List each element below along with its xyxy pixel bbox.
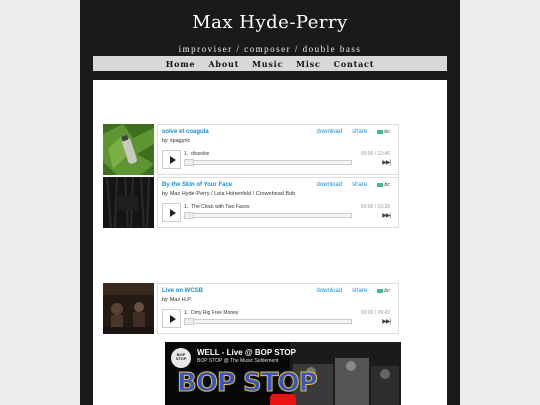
by-label: by <box>162 297 168 303</box>
album-art[interactable] <box>103 177 154 228</box>
artist-name[interactable]: Max H.P. <box>170 297 192 303</box>
bandcamp-label: bc <box>384 288 390 294</box>
album-art[interactable] <box>103 124 154 175</box>
track-time: 00:00 / 09:43 <box>360 310 390 316</box>
track-info: 1. Dirty Rig Free Money <box>184 310 241 316</box>
progress-handle[interactable] <box>184 159 194 166</box>
player-card: solve et coagula by spagyric download sha… <box>157 124 399 175</box>
player-card: By the Skin of Your Face by Max Hyde-Perr… <box>157 177 399 228</box>
album-art-image <box>103 124 154 175</box>
player-links: download share bc <box>316 182 390 188</box>
player-links: download share bc <box>316 288 390 294</box>
video-subtitle: BOP STOP @ The Music Settlement <box>197 358 279 364</box>
track-number: 1. <box>184 151 189 157</box>
track-number: 1. <box>184 204 189 210</box>
track-name[interactable]: Dirty Rig Free Money <box>191 310 238 316</box>
next-track-icon[interactable]: ▶▶| <box>382 318 391 325</box>
main-nav: Home About Music Misc Contact <box>93 56 447 71</box>
album-title[interactable]: By the Skin of Your Face <box>162 182 232 188</box>
video-title[interactable]: WELL - Live @ BOP STOP <box>197 348 296 357</box>
track-time: 00:00 / 10:28 <box>360 204 390 210</box>
track-info: 1. dissolve <box>184 151 212 157</box>
nav-about[interactable]: About <box>208 59 239 69</box>
share-link[interactable]: share <box>352 288 367 294</box>
bandcamp-label: bc <box>384 129 390 135</box>
by-label: by <box>162 138 168 144</box>
site-title: Max Hyde-Perry <box>192 12 348 33</box>
progress-handle[interactable] <box>184 212 194 219</box>
next-track-icon[interactable]: ▶▶| <box>382 159 391 166</box>
progress-bar[interactable] <box>184 212 352 219</box>
bandcamp-player: Live on WCSB by Max H.P. download share b… <box>103 283 399 334</box>
player-links: download share bc <box>316 129 390 135</box>
bandcamp-logo-icon[interactable]: bc <box>377 288 390 294</box>
bandcamp-player: By the Skin of Your Face by Max Hyde-Perr… <box>103 177 399 228</box>
progress-handle[interactable] <box>184 318 194 325</box>
track-info: 1. The Clock with Two Faces <box>184 204 252 210</box>
by-label: by <box>162 191 168 197</box>
track-name[interactable]: dissolve <box>191 151 209 157</box>
share-link[interactable]: share <box>352 182 367 188</box>
player-card: Live on WCSB by Max H.P. download share b… <box>157 283 399 334</box>
site-tagline: improviser / composer / double bass <box>178 44 362 54</box>
artist-name[interactable]: spagyric <box>170 138 190 144</box>
download-link[interactable]: download <box>316 129 342 135</box>
content-area: solve et coagula by spagyric download sha… <box>93 80 447 405</box>
nav-misc[interactable]: Misc <box>296 59 320 69</box>
bandcamp-player: solve et coagula by spagyric download sha… <box>103 124 399 175</box>
youtube-play-icon[interactable] <box>270 394 296 405</box>
nav-contact[interactable]: Contact <box>334 59 375 69</box>
download-link[interactable]: download <box>316 182 342 188</box>
page-frame: Max Hyde-Perry improviser / composer / d… <box>80 0 460 405</box>
track-number: 1. <box>184 310 189 316</box>
album-art-image <box>103 177 154 228</box>
album-artist: by Max H.P. <box>162 297 194 303</box>
download-link[interactable]: download <box>316 288 342 294</box>
bandcamp-logo-icon[interactable]: bc <box>377 129 390 135</box>
track-name[interactable]: The Clock with Two Faces <box>191 204 249 210</box>
artist-name[interactable]: Max Hyde-Perry / Leia Hohenfeld / Crownh… <box>170 191 295 197</box>
share-link[interactable]: share <box>352 129 367 135</box>
channel-logo[interactable]: BOP STOP <box>171 348 191 368</box>
bandcamp-logo-icon[interactable]: bc <box>377 182 390 188</box>
play-icon[interactable] <box>162 309 181 328</box>
track-time: 00:00 / 12:46 <box>360 151 390 157</box>
next-track-icon[interactable]: ▶▶| <box>382 212 391 219</box>
nav-home[interactable]: Home <box>166 59 196 69</box>
progress-bar[interactable] <box>184 318 352 325</box>
progress-bar[interactable] <box>184 159 352 166</box>
album-art[interactable] <box>103 283 154 334</box>
youtube-video-embed[interactable]: BOP STOP WELL - Live @ BOP STOP BOP STOP… <box>165 342 401 405</box>
bandcamp-label: bc <box>384 182 390 188</box>
album-art-image <box>103 283 154 334</box>
album-title[interactable]: solve et coagula <box>162 129 209 135</box>
play-icon[interactable] <box>162 203 181 222</box>
album-title[interactable]: Live on WCSB <box>162 288 203 294</box>
play-icon[interactable] <box>162 150 181 169</box>
video-big-text: BOP STOP <box>177 368 319 399</box>
album-artist: by spagyric <box>162 138 192 144</box>
nav-music[interactable]: Music <box>252 59 283 69</box>
album-artist: by Max Hyde-Perry / Leia Hohenfeld / Crow… <box>162 191 297 197</box>
